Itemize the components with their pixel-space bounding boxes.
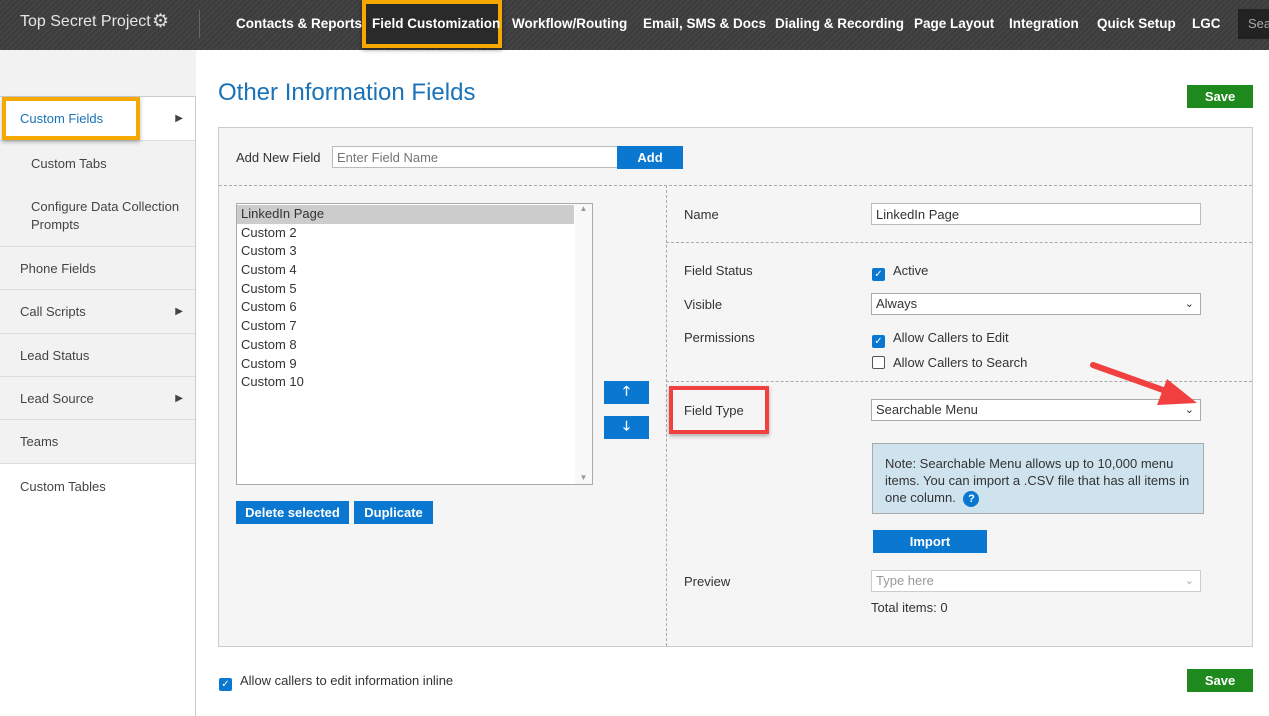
allow-search-checkbox[interactable]: Allow Callers to Search (872, 355, 1027, 370)
sidebar-item-label: Call Scripts (20, 304, 86, 319)
page-title: Other Information Fields (218, 79, 476, 106)
add-field-label: Add New Field (236, 150, 321, 165)
checkbox-label: Allow callers to edit information inline (240, 673, 454, 688)
caret-right-icon: ▶ (175, 306, 183, 317)
chevron-down-icon: ⌄ (1184, 298, 1194, 310)
scrollbar[interactable]: ▲ ▼ (575, 204, 592, 484)
sidebar-item-phone-fields[interactable]: Phone Fields (0, 247, 195, 290)
divider (199, 10, 200, 38)
checkbox-label: Allow Callers to Search (893, 355, 1028, 370)
inline-edit-checkbox[interactable]: ✓ Allow callers to edit information inlin… (219, 673, 453, 691)
red-arrow-annotation (1090, 362, 1197, 405)
checkbox-checked-icon: ✓ (219, 678, 232, 691)
searchable-menu-note: Note: Searchable Menu allows up to 10,00… (872, 443, 1204, 514)
sidebar-header (0, 50, 196, 97)
field-name-input[interactable] (332, 146, 618, 168)
checkbox-unchecked-icon (872, 356, 885, 369)
list-item[interactable]: Custom 5 (237, 280, 592, 299)
sidebar-item-configure-prompts[interactable]: Configure Data Collection Prompts (0, 186, 195, 247)
sidebar-item-label: Custom Tabs (31, 156, 107, 171)
sidebar-item-teams[interactable]: Teams (0, 420, 195, 464)
top-nav-bar: Top Secret Project ⚙ Contacts & Reports … (0, 0, 1269, 50)
move-down-button[interactable]: 🡓 (604, 416, 649, 439)
active-checkbox[interactable]: ✓ Active (872, 263, 928, 281)
list-item[interactable]: Custom 9 (237, 355, 592, 374)
divider (219, 185, 1252, 186)
sidebar-item-label: Lead Status (20, 347, 90, 363)
list-item[interactable]: Custom 8 (237, 336, 592, 355)
checkbox-checked-icon: ✓ (872, 268, 885, 281)
sidebar-item-label: Phone Fields (20, 260, 96, 276)
nav-lgc[interactable]: LGC (1192, 0, 1221, 50)
preview-label: Preview (684, 574, 731, 589)
nav-integration[interactable]: Integration (1009, 0, 1079, 50)
nav-dialing-recording[interactable]: Dialing & Recording (775, 0, 904, 50)
fields-listbox[interactable]: LinkedIn Page Custom 2 Custom 3 Custom 4 Cus… (236, 203, 593, 485)
divider (666, 242, 1252, 243)
field-type-label: Field Type (684, 403, 744, 418)
visible-label: Visible (684, 297, 723, 312)
select-value: Always (876, 296, 918, 311)
sidebar-item-call-scripts[interactable]: Call Scripts ▶ (0, 290, 195, 334)
sidebar-item-lead-status[interactable]: Lead Status (0, 334, 195, 377)
import-button[interactable]: Import (873, 530, 987, 553)
caret-right-icon: ▶ (175, 392, 183, 404)
nav-field-customization[interactable]: Field Customization (372, 0, 500, 50)
list-item[interactable]: LinkedIn Page (237, 205, 574, 224)
nav-workflow-routing[interactable]: Workflow/Routing (512, 0, 627, 50)
checkbox-label: Allow Callers to Edit (893, 330, 1009, 345)
sidebar-item-custom-tabs[interactable]: Custom Tabs (0, 141, 195, 186)
list-item[interactable]: Custom 7 (237, 317, 592, 336)
visible-select[interactable]: Always ⌄ (871, 293, 1201, 315)
note-text: Note: Searchable Menu allows up to 10,00… (885, 456, 1190, 505)
search-input[interactable]: Search (1238, 9, 1269, 39)
caret-right-icon: ▶ (175, 113, 183, 124)
move-up-button[interactable]: 🡑 (604, 381, 649, 404)
project-name[interactable]: Top Secret Project (20, 13, 151, 31)
nav-contacts-reports[interactable]: Contacts & Reports (236, 0, 362, 50)
gear-icon[interactable]: ⚙ (152, 10, 169, 33)
list-item[interactable]: Custom 6 (237, 298, 592, 317)
list-item[interactable]: Custom 2 (237, 224, 592, 243)
checkbox-checked-icon: ✓ (872, 335, 885, 348)
save-button-top[interactable]: Save (1187, 85, 1253, 108)
save-button-bottom[interactable]: Save (1187, 669, 1253, 692)
nav-quick-setup[interactable]: Quick Setup (1097, 0, 1176, 50)
sidebar-item-label: Teams (20, 434, 59, 449)
arrow-down-icon: 🡓 (623, 417, 630, 433)
add-button[interactable]: Add (617, 146, 683, 169)
sidebar-item-custom-tables[interactable]: Custom Tables (0, 464, 195, 508)
list-item[interactable]: Custom 4 (237, 261, 592, 280)
list-item[interactable]: Custom 10 (237, 373, 592, 392)
nav-page-layout[interactable]: Page Layout (914, 0, 994, 50)
chevron-down-icon: ⌄ (1184, 575, 1194, 587)
arrow-up-icon: 🡑 (623, 382, 630, 398)
delete-selected-button[interactable]: Delete selected (236, 501, 349, 524)
preview-placeholder: Type here (876, 573, 934, 588)
preview-select[interactable]: Type here ⌄ (871, 570, 1201, 592)
sidebar-item-label: Configure Data Collection Prompts (31, 199, 180, 232)
allow-edit-checkbox[interactable]: ✓ Allow Callers to Edit (872, 330, 1009, 348)
highlight-annotation (2, 97, 140, 140)
duplicate-button[interactable]: Duplicate (354, 501, 433, 524)
list-item[interactable]: Custom 3 (237, 242, 592, 261)
total-items: Total items: 0 (871, 600, 948, 615)
select-value: Searchable Menu (876, 402, 978, 417)
divider (666, 185, 667, 646)
nav-email-sms-docs[interactable]: Email, SMS & Docs (643, 0, 766, 50)
name-label: Name (684, 207, 719, 222)
sidebar-item-lead-source[interactable]: Lead Source ▶ (0, 377, 195, 420)
name-input[interactable] (871, 203, 1201, 225)
sidebar-item-label: Lead Source (20, 390, 94, 406)
sidebar-item-label: Custom Tables (20, 478, 106, 494)
field-status-label: Field Status (684, 263, 753, 278)
permissions-label: Permissions (684, 330, 755, 345)
help-icon[interactable]: ? (963, 491, 980, 507)
checkbox-label: Active (893, 263, 929, 278)
